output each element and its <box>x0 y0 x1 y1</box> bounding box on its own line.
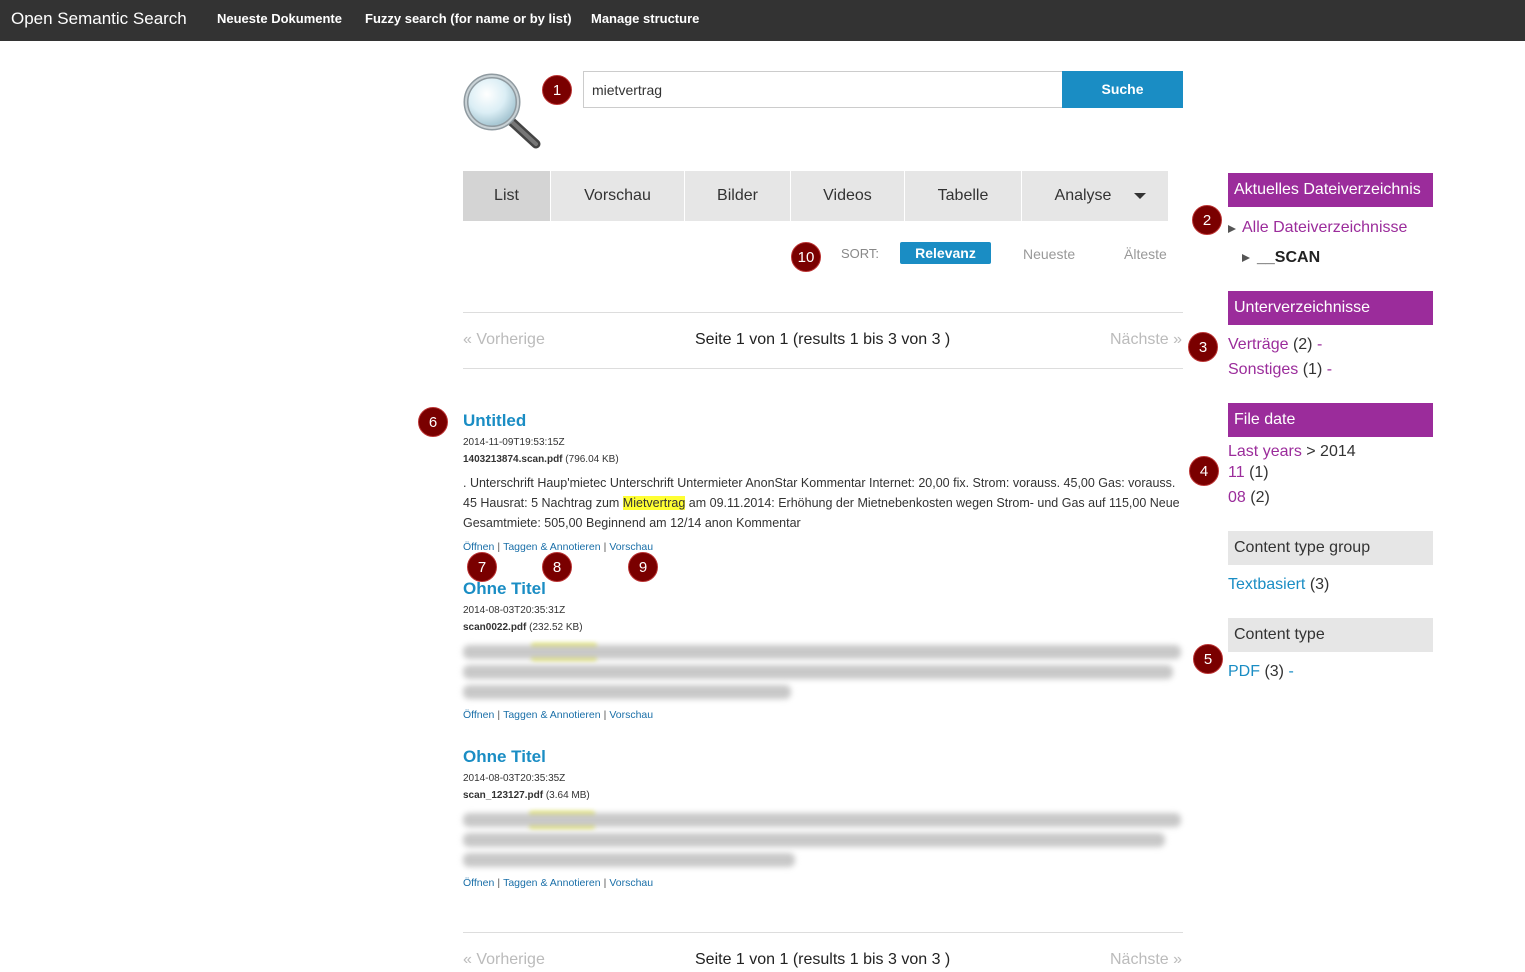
annotation-badge: 5 <box>1193 644 1223 674</box>
annotation-badge: 8 <box>542 552 572 582</box>
result-file: scan_123127.pdf (3.64 MB) <box>463 790 590 801</box>
tab-tabelle[interactable]: Tabelle <box>905 171 1022 221</box>
result-date: 2014-11-09T19:53:15Z <box>463 437 565 448</box>
nav-latest-documents[interactable]: Neueste Dokumente <box>217 11 342 26</box>
result-date: 2014-08-03T20:35:31Z <box>463 605 566 616</box>
result-filename[interactable]: scan_123127.pdf <box>463 790 543 801</box>
result-filesize: (796.04 KB) <box>565 454 619 465</box>
pager-next-link[interactable]: Nächste » <box>1110 951 1182 969</box>
triangle-right-icon <box>1242 254 1250 262</box>
tab-bilder[interactable]: Bilder <box>685 171 791 221</box>
search-button[interactable]: Suche <box>1062 71 1183 108</box>
result-title[interactable]: Ohne Titel <box>463 747 546 767</box>
annotation-badge: 7 <box>467 552 497 582</box>
magnifier-logo-icon <box>463 73 541 149</box>
nav-fuzzy-search[interactable]: Fuzzy search (for name or by list) <box>365 11 572 26</box>
current-directory: __SCAN <box>1257 249 1321 266</box>
tab-analyse[interactable]: Analyse <box>1022 171 1144 221</box>
sort-newest-link[interactable]: Neueste <box>1023 246 1075 262</box>
result-filename[interactable]: 1403213874.scan.pdf <box>463 454 563 465</box>
result-file: scan0022.pdf (232.52 KB) <box>463 622 583 633</box>
result-filesize: (3.64 MB) <box>545 790 590 801</box>
tab-list[interactable]: List <box>463 171 551 221</box>
preview-link[interactable]: Vorschau <box>609 541 653 553</box>
result-date: 2014-08-03T20:35:35Z <box>463 773 566 784</box>
facet-item-month-11[interactable]: 11 (1) <box>1228 464 1269 482</box>
annotation-badge: 2 <box>1192 205 1222 235</box>
tab-vorschau[interactable]: Vorschau <box>551 171 685 221</box>
all-directories-link[interactable]: Alle Dateiverzeichnisse <box>1242 219 1407 237</box>
sort-label: SORT: <box>841 246 880 261</box>
tab-videos[interactable]: Videos <box>791 171 905 221</box>
annotation-badge: 1 <box>542 75 572 105</box>
tag-annotate-link[interactable]: Taggen & Annotieren <box>503 541 601 553</box>
open-link[interactable]: Öffnen <box>463 709 494 721</box>
last-years-link[interactable]: Last years <box>1228 443 1302 460</box>
pager-next-link[interactable]: Nächste » <box>1110 331 1182 349</box>
tag-annotate-link[interactable]: Taggen & Annotieren <box>503 709 601 721</box>
file-date-breadcrumb: Last years > 2014 <box>1228 443 1356 460</box>
facet-content-type-header: Content type <box>1228 618 1433 652</box>
facet-item-sonstiges[interactable]: Sonstiges (1) - <box>1228 361 1332 379</box>
triangle-right-icon <box>1228 225 1236 233</box>
search-input[interactable] <box>583 71 1064 108</box>
facet-subdirs-header: Unterverzeichnisse <box>1228 291 1433 325</box>
blurred-snippet <box>463 643 1183 703</box>
snippet-highlight: Mietvertrag <box>622 496 686 510</box>
preview-link[interactable]: Vorschau <box>609 709 653 721</box>
result-file: 1403213874.scan.pdf (796.04 KB) <box>463 454 619 465</box>
preview-link[interactable]: Vorschau <box>609 877 653 889</box>
result-actions: Öffnen | Taggen & Annotieren | Vorschau <box>463 709 654 721</box>
nav-manage-structure[interactable]: Manage structure <box>591 11 699 26</box>
result-actions: Öffnen | Taggen & Annotieren | Vorschau <box>463 877 654 889</box>
tag-annotate-link[interactable]: Taggen & Annotieren <box>503 877 601 889</box>
open-link[interactable]: Öffnen <box>463 877 494 889</box>
pager-info: Seite 1 von 1 (results 1 bis 3 von 3 ) <box>695 331 951 348</box>
result-title[interactable]: Untitled <box>463 411 526 431</box>
annotation-badge: 10 <box>791 242 821 272</box>
blurred-snippet <box>463 811 1183 871</box>
divider <box>463 368 1183 369</box>
result-filesize: (232.52 KB) <box>529 622 583 633</box>
pager-prev-link[interactable]: « Vorherige <box>463 951 545 969</box>
annotation-badge: 3 <box>1188 332 1218 362</box>
divider <box>463 312 1183 313</box>
view-tabs: List Vorschau Bilder Videos Tabelle Anal… <box>463 171 1168 221</box>
annotation-badge: 6 <box>418 407 448 437</box>
annotation-badge: 9 <box>628 552 658 582</box>
result-filename[interactable]: scan0022.pdf <box>463 622 526 633</box>
facet-item-pdf[interactable]: PDF (3) - <box>1228 663 1294 681</box>
facet-current-dir-header: Aktuelles Dateiverzeichnis <box>1228 173 1433 207</box>
pager-info: Seite 1 von 1 (results 1 bis 3 von 3 ) <box>695 951 951 968</box>
divider <box>463 932 1183 933</box>
result-snippet: . Unterschrift Haup'mietec Unterschrift … <box>463 473 1183 533</box>
facet-item-textbasiert[interactable]: Textbasiert (3) <box>1228 576 1329 594</box>
top-navbar: Open Semantic Search Neueste Dokumente F… <box>0 0 1525 41</box>
annotation-badge: 4 <box>1189 456 1219 486</box>
sort-relevanz-button[interactable]: Relevanz <box>900 242 991 264</box>
facet-item-vertraege[interactable]: Verträge (2) - <box>1228 336 1322 354</box>
pager-prev-link[interactable]: « Vorherige <box>463 331 545 349</box>
facet-content-type-group-header: Content type group <box>1228 531 1433 565</box>
caret-down-icon[interactable] <box>1134 193 1146 199</box>
facet-item-month-08[interactable]: 08 (2) <box>1228 489 1270 507</box>
sort-oldest-link[interactable]: Älteste <box>1124 246 1167 262</box>
brand-link[interactable]: Open Semantic Search <box>11 9 187 29</box>
facet-file-date-header: File date <box>1228 403 1433 437</box>
result-title[interactable]: Ohne Titel <box>463 579 546 599</box>
